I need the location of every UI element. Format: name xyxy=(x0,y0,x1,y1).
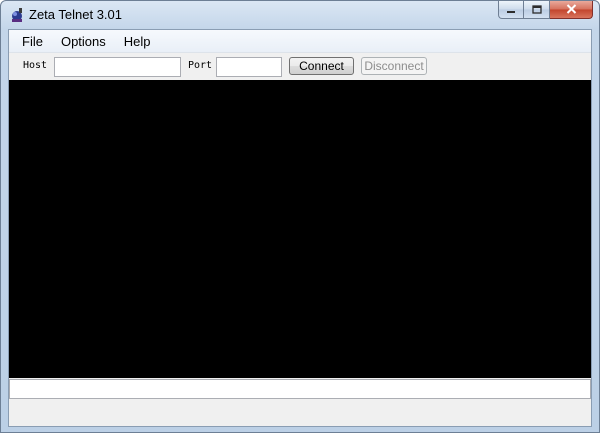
title-bar[interactable]: Zeta Telnet 3.01 xyxy=(1,1,599,29)
maximize-icon xyxy=(531,1,542,19)
connect-button[interactable]: Connect xyxy=(289,57,354,75)
menu-options[interactable]: Options xyxy=(52,32,115,51)
close-button[interactable] xyxy=(550,1,593,19)
command-input[interactable] xyxy=(9,379,591,399)
window-controls xyxy=(498,1,593,19)
menu-bar: File Options Help xyxy=(9,30,591,53)
minimize-icon xyxy=(506,1,516,19)
connection-toolbar: Host Port Connect Disconnect xyxy=(9,53,591,80)
minimize-button[interactable] xyxy=(498,1,524,19)
status-bar xyxy=(9,401,591,426)
app-window: Zeta Telnet 3.01 File Options Help Host … xyxy=(0,0,600,433)
client-area: File Options Help Host Port Connect Disc… xyxy=(8,29,592,427)
port-label: Port xyxy=(188,60,213,71)
port-input[interactable] xyxy=(216,57,282,77)
maximize-button[interactable] xyxy=(524,1,550,19)
close-icon xyxy=(566,1,577,19)
host-input[interactable] xyxy=(54,57,181,77)
telnet-app-icon xyxy=(9,7,25,23)
menu-file[interactable]: File xyxy=(13,32,52,51)
menu-help[interactable]: Help xyxy=(115,32,160,51)
window-title: Zeta Telnet 3.01 xyxy=(29,7,122,22)
disconnect-button[interactable]: Disconnect xyxy=(361,57,427,75)
terminal-output[interactable] xyxy=(9,80,591,378)
host-label: Host xyxy=(23,60,48,71)
